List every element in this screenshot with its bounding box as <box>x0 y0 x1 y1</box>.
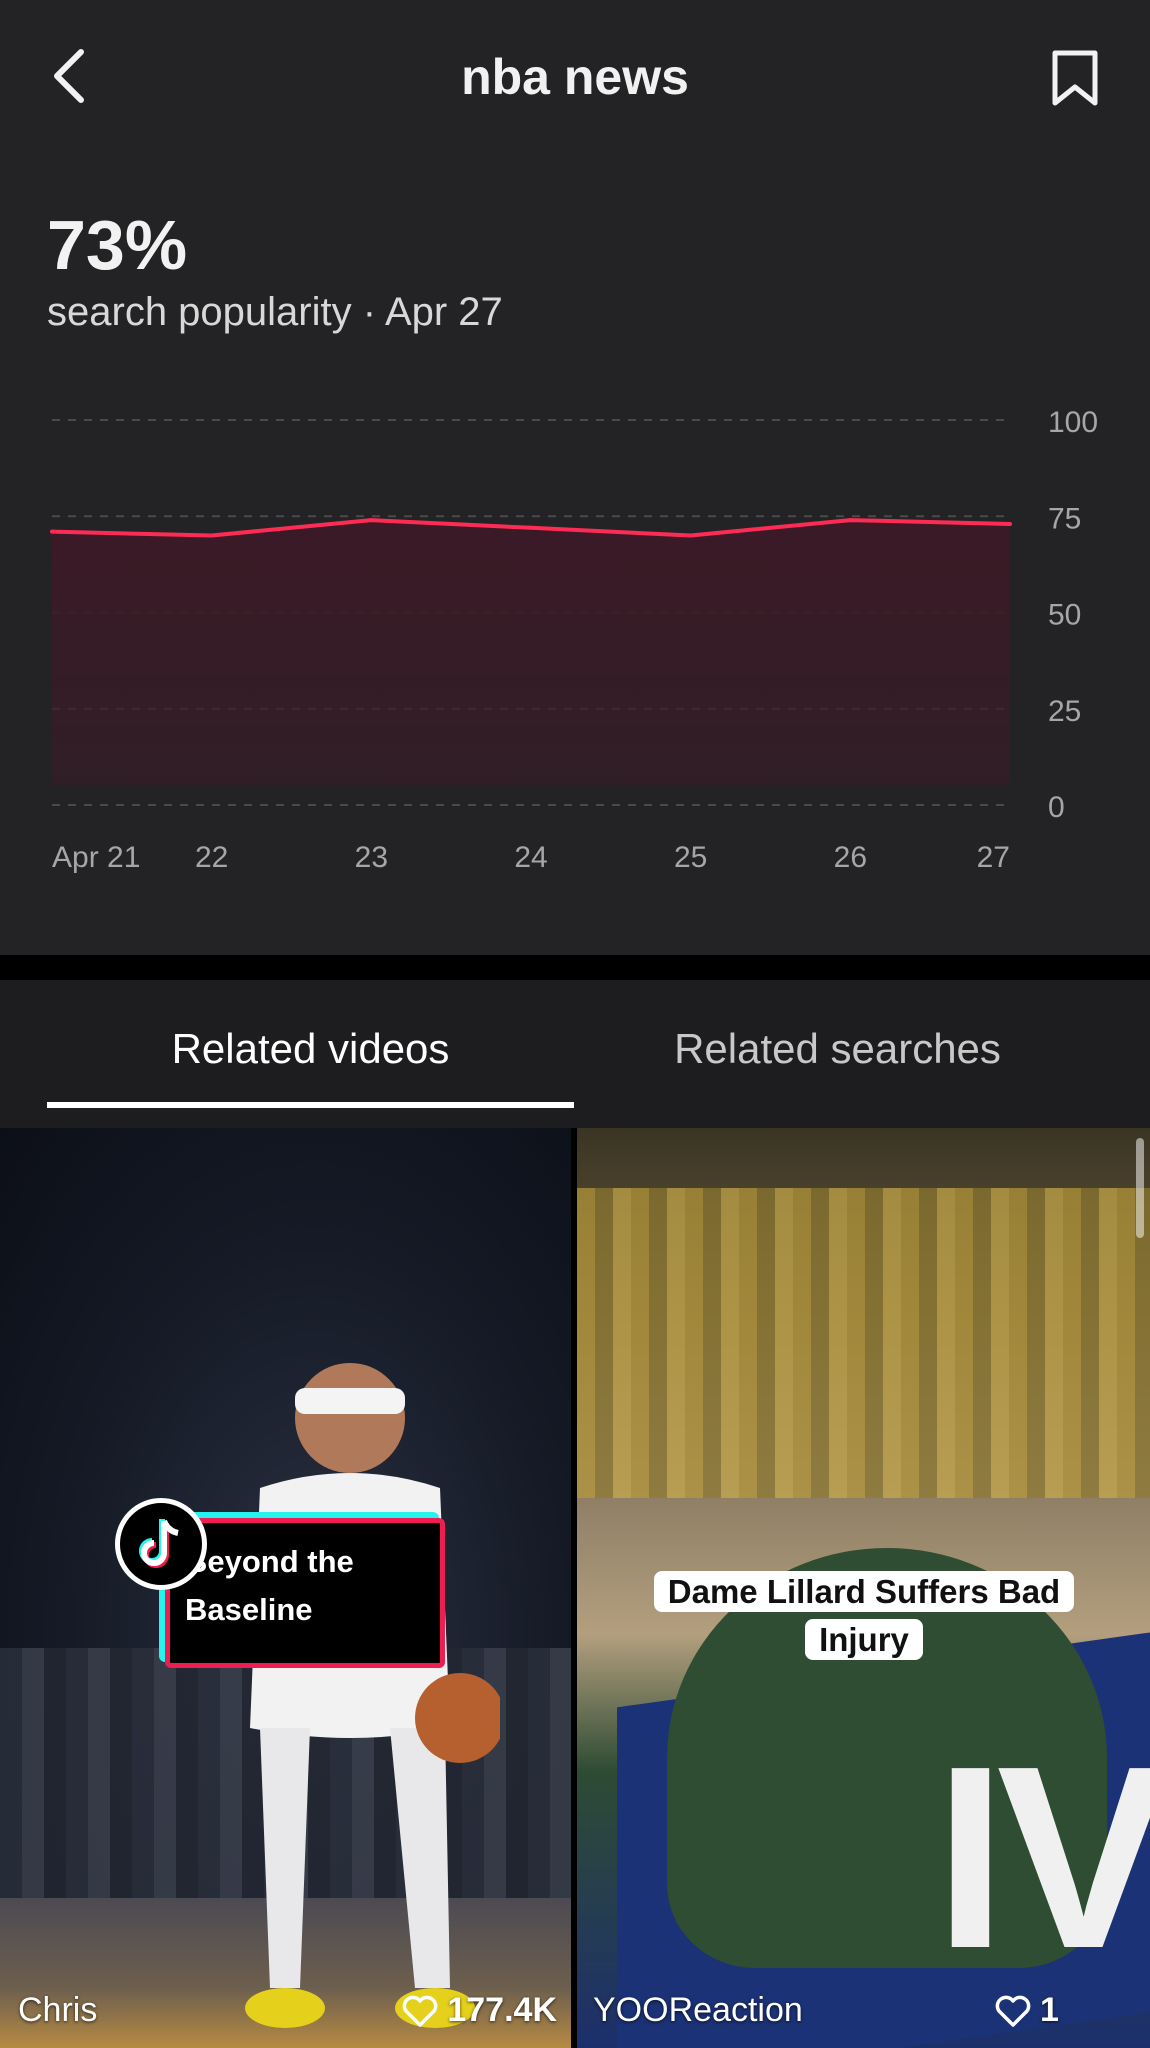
x-tick-label: 26 <box>834 841 867 874</box>
video-author[interactable]: YOOReaction <box>593 1991 803 2030</box>
popularity-chart: 100 75 50 25 0 Apr 21 22 23 24 25 26 27 <box>50 406 1098 874</box>
top-bar: nba news <box>0 0 1150 155</box>
bookmark-icon <box>1052 50 1098 106</box>
floor-logo: IV <box>934 1713 1150 2003</box>
chart-point <box>209 533 214 538</box>
active-tab-indicator <box>47 1102 574 1108</box>
x-tick-label: Apr 21 <box>52 841 140 874</box>
y-tick-label: 0 <box>1048 791 1065 824</box>
chart-point <box>848 518 853 523</box>
tab-related-searches[interactable]: Related searches <box>600 1025 1075 1095</box>
video-caption: Dame Lillard Suffers Bad Injury <box>653 1571 1075 1660</box>
chart-point <box>369 518 374 523</box>
section-divider <box>0 955 1150 980</box>
video-card[interactable]: Beyond the Baseline Chris 177.4K <box>0 1128 571 2048</box>
bookmark-button[interactable] <box>1044 44 1106 112</box>
video-grid: Beyond the Baseline Chris 177.4K IV Dame… <box>0 1128 1150 2048</box>
heart-icon <box>403 1995 438 2027</box>
tab-related-videos[interactable]: Related videos <box>47 1025 574 1095</box>
likes-count: 177.4K <box>447 1991 557 2029</box>
caption-badge: Beyond the Baseline <box>115 1498 455 1668</box>
chart-point <box>688 533 693 538</box>
video-card[interactable]: IV Dame Lillard Suffers Bad Injury YOORe… <box>577 1128 1150 2048</box>
popularity-subtitle: search popularity · Apr 27 <box>47 290 503 334</box>
x-tick-label: 27 <box>977 841 1010 874</box>
y-tick-label: 100 <box>1048 406 1098 439</box>
scrollbar[interactable] <box>1136 1138 1144 1238</box>
likes-count: 1 <box>1040 1991 1059 2029</box>
chart-point <box>50 529 54 534</box>
video-thumbnail <box>577 1188 1150 1498</box>
tab-bar: Related videos Related searches <box>0 980 1150 1130</box>
heart-icon <box>995 1995 1031 2027</box>
video-likes: 1 <box>994 1991 1059 2030</box>
chart-area <box>52 520 1010 785</box>
video-author[interactable]: Chris <box>18 1991 97 2030</box>
y-tick-label: 25 <box>1048 695 1081 728</box>
y-tick-label: 75 <box>1048 502 1081 535</box>
video-caption: Beyond the Baseline <box>185 1544 354 1627</box>
x-tick-label: 22 <box>195 841 228 874</box>
y-tick-label: 50 <box>1048 599 1081 632</box>
x-tick-label: 24 <box>514 841 547 874</box>
popularity-percent: 73% <box>47 206 188 284</box>
x-tick-label: 23 <box>355 841 388 874</box>
popularity-panel: 73% search popularity · Apr 27 100 75 50 25… <box>0 155 1150 955</box>
page-title: nba news <box>461 49 689 105</box>
tiktok-logo-icon <box>115 1498 207 1590</box>
video-likes: 177.4K <box>401 1991 557 2030</box>
caption-box: Dame Lillard Suffers Bad Injury <box>644 1568 1084 1664</box>
x-tick-label: 25 <box>674 841 707 874</box>
chart-point <box>1008 521 1012 526</box>
player-figure <box>245 1363 500 2028</box>
chart-point <box>529 525 533 530</box>
